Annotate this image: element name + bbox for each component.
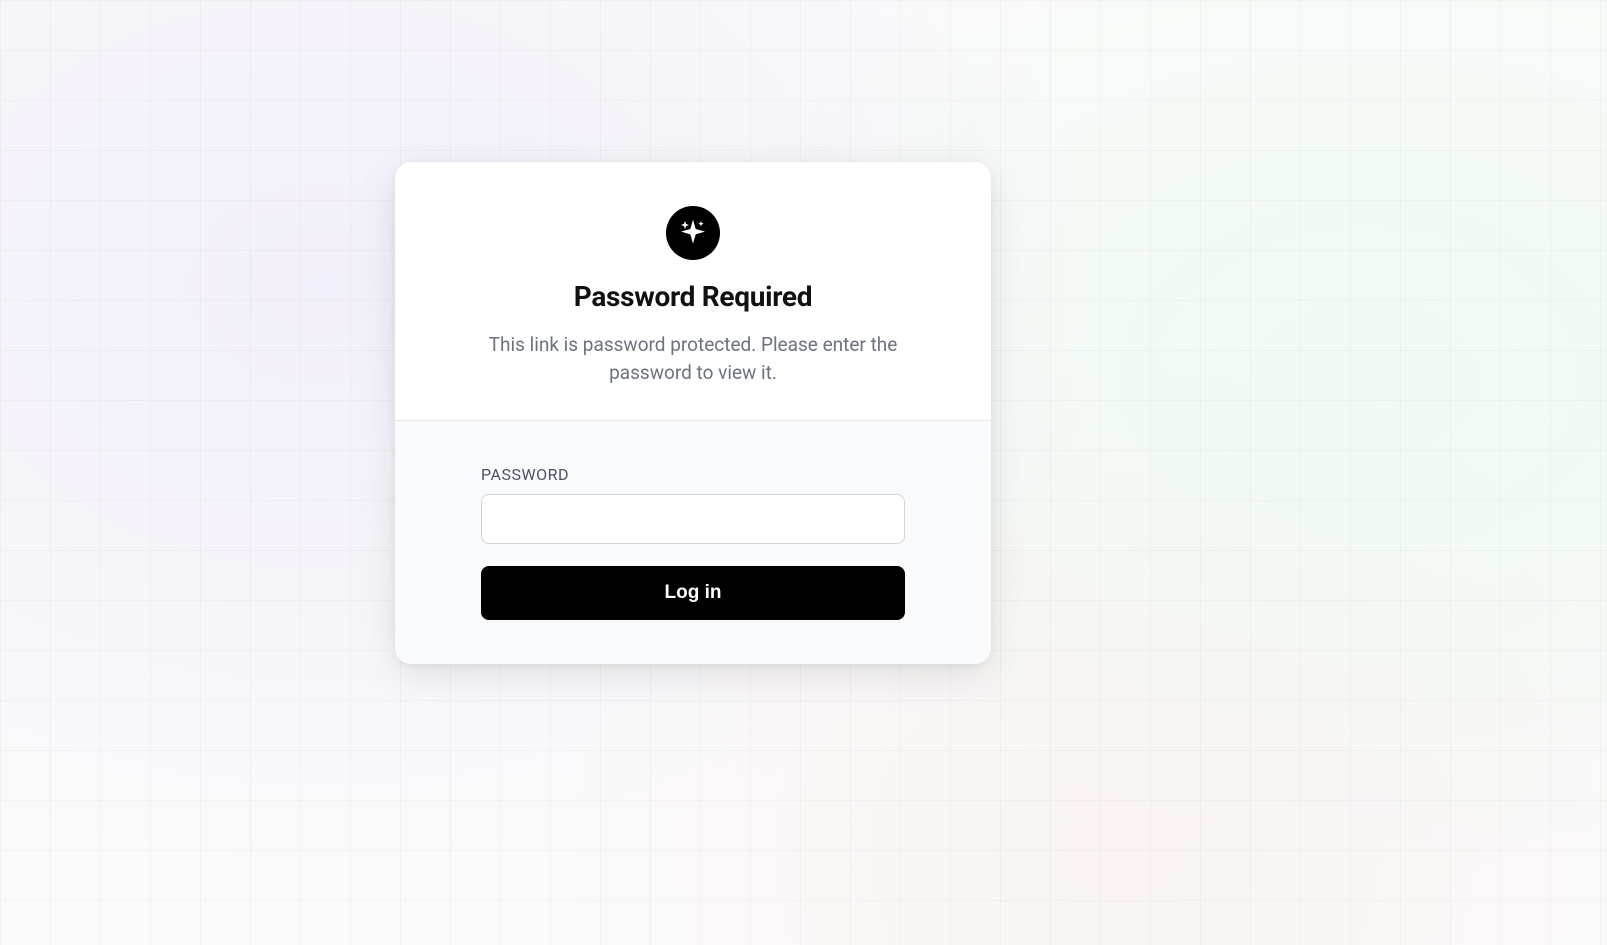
password-label: PASSWORD <box>481 465 905 484</box>
sparkle-icon-svg <box>677 217 709 249</box>
password-input[interactable] <box>481 494 905 544</box>
card-title: Password Required <box>574 280 812 313</box>
card-header: Password Required This link is password … <box>395 162 991 421</box>
sparkle-icon <box>666 206 720 260</box>
card-body: PASSWORD Log in <box>395 421 991 664</box>
password-card: Password Required This link is password … <box>395 162 991 664</box>
card-subtitle: This link is password protected. Please … <box>473 331 913 386</box>
login-button[interactable]: Log in <box>481 566 905 620</box>
